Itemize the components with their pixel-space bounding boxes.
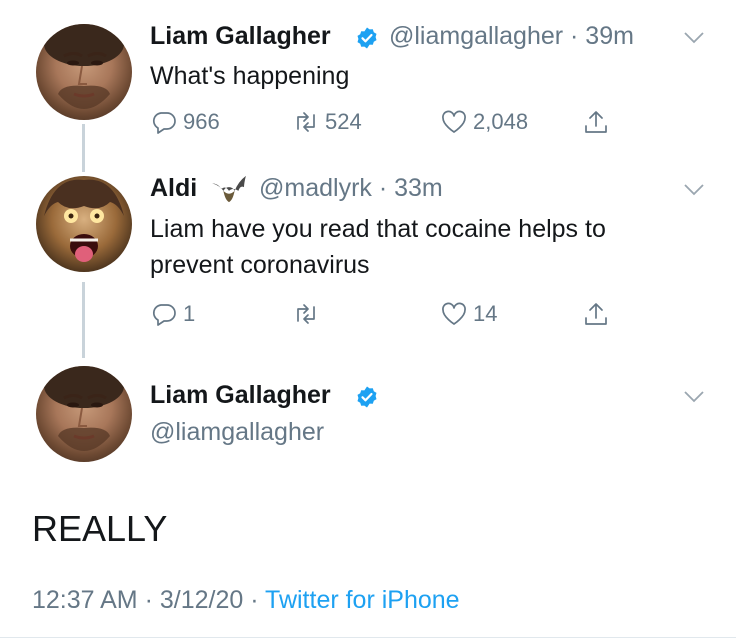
reply-count: 1	[183, 301, 196, 326]
share-icon	[585, 303, 607, 325]
tweet2-share-button[interactable]	[582, 300, 610, 328]
tweet1-time[interactable]: 39m	[585, 22, 634, 50]
avatar-liam-2[interactable]	[36, 366, 132, 462]
tweet1-handle-time[interactable]: @liamgallagher · 39m	[389, 22, 634, 51]
main-time: 12:37 AM	[32, 586, 138, 614]
heart-icon	[442, 110, 466, 133]
main-date: 3/12/20	[159, 586, 244, 614]
bottom-divider	[0, 637, 736, 638]
tweet1-like-button[interactable]: 2,048	[440, 108, 528, 136]
verified-badge-icon	[355, 26, 379, 50]
tweet1-share-button[interactable]	[582, 108, 610, 136]
like-count: 2,048	[473, 109, 529, 134]
tweet2-author-name[interactable]: Aldi	[150, 174, 197, 203]
tweet2-text-line2: prevent coronavirus	[150, 251, 370, 279]
tweet1-retweet-button[interactable]: 524	[292, 108, 362, 136]
tweet2-reply-button[interactable]: 1	[150, 300, 195, 328]
retweet-icon	[297, 112, 315, 132]
separator-dot: ·	[563, 22, 586, 50]
avatar-face	[44, 24, 124, 109]
avatar-aldi[interactable]	[36, 176, 132, 272]
source-link[interactable]: Twitter for iPhone	[265, 586, 460, 614]
retweet-icon	[297, 304, 315, 324]
main-tweet-meta: 12:37 AM · 3/12/20 · Twitter for iPhone	[32, 586, 460, 615]
separator-dot: ·	[137, 586, 160, 614]
chevron-down-icon[interactable]	[683, 183, 705, 202]
main-author-name[interactable]: Liam Gallagher	[150, 381, 331, 410]
thread-line-2	[82, 282, 85, 358]
main-tweet-text: REALLY	[32, 508, 168, 549]
reply-icon	[152, 112, 176, 134]
chevron-down-icon[interactable]	[683, 31, 705, 50]
chevron-down-icon[interactable]	[683, 390, 705, 409]
tweet1-author-name[interactable]: Liam Gallagher	[150, 22, 331, 51]
reply-count: 966	[183, 109, 220, 134]
tweet1-reply-button[interactable]: 966	[150, 108, 220, 136]
reply-icon	[152, 304, 176, 326]
main-handle[interactable]: @liamgallagher	[150, 418, 324, 447]
tweet2-text-line1: Liam have you read that cocaine helps to	[150, 215, 606, 243]
like-count: 14	[473, 301, 498, 326]
verified-badge-icon	[355, 385, 379, 409]
separator-dot: ·	[243, 586, 266, 614]
tweet2-retweet-button[interactable]	[292, 300, 325, 328]
retweet-count: 524	[325, 109, 362, 134]
bat-emoji-icon	[210, 174, 248, 209]
tweet2-handle[interactable]: @madlyrk	[259, 174, 372, 202]
tweet1-handle[interactable]: @liamgallagher	[389, 22, 563, 50]
thread-line-1	[82, 124, 85, 172]
tweet2-text: Liam have you read that cocaine helps to…	[150, 211, 606, 283]
tweet2-time[interactable]: 33m	[394, 174, 443, 202]
heart-icon	[442, 302, 466, 325]
share-icon	[585, 111, 607, 133]
tweet1-text: What's happening	[150, 62, 350, 90]
separator-dot: ·	[371, 174, 395, 202]
avatar-liam-1[interactable]	[36, 24, 132, 120]
tweet2-handle-time[interactable]: @madlyrk · 33m	[259, 174, 443, 203]
avatar-face	[44, 179, 124, 262]
avatar-face	[44, 366, 124, 451]
tweet2-like-button[interactable]: 14	[440, 300, 497, 328]
